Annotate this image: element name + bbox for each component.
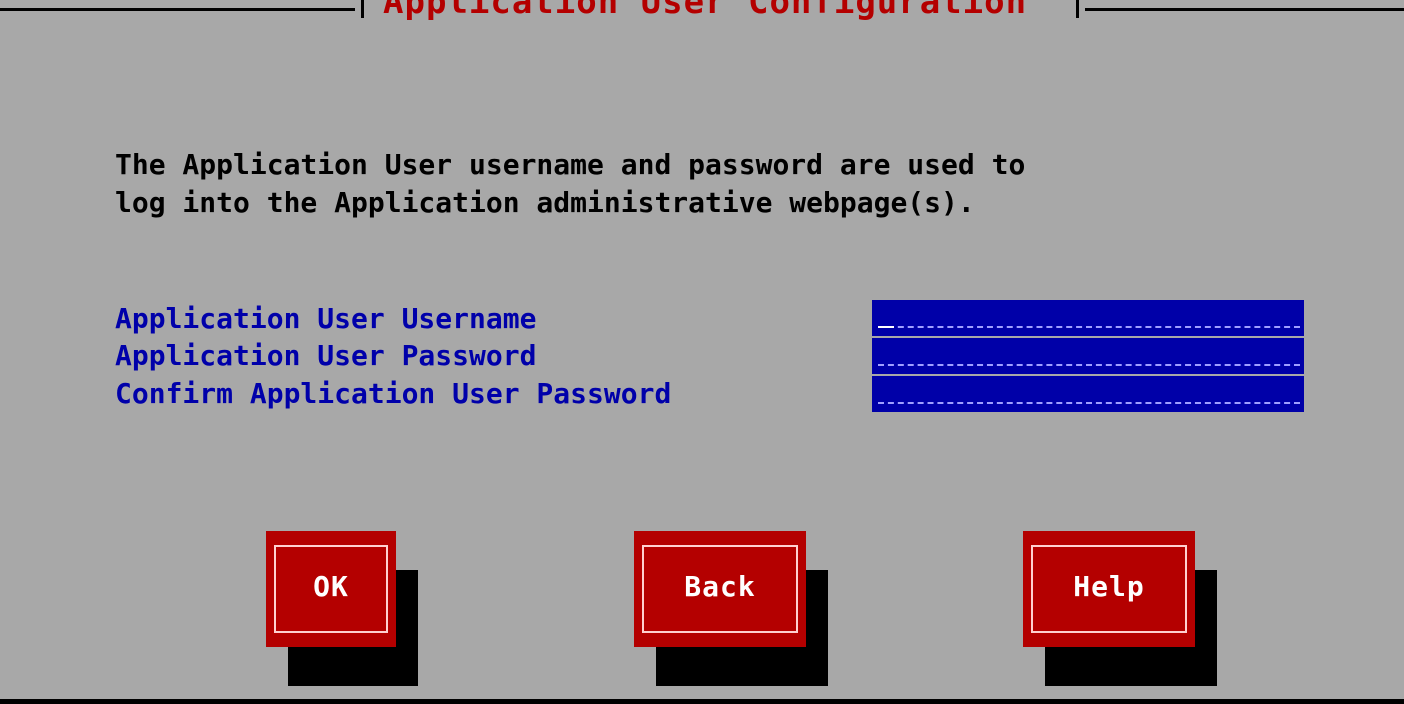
password-input-underline xyxy=(878,364,1300,366)
title-right-tick xyxy=(1076,0,1079,18)
dialog-title-bar: Application User Configuration xyxy=(355,0,1085,20)
confirm-password-label: Confirm Application User Password xyxy=(115,377,672,410)
ok-button-label: OK xyxy=(313,570,349,603)
description-line-1: The Application User username and passwo… xyxy=(115,148,1026,181)
text-cursor xyxy=(878,326,894,328)
username-label: Application User Username xyxy=(115,302,537,335)
password-label: Application User Password xyxy=(115,339,537,372)
password-input[interactable] xyxy=(872,338,1304,374)
application-user-configuration-dialog: Application User Configuration The Appli… xyxy=(0,0,1404,704)
dialog-title: Application User Configuration xyxy=(383,0,1028,22)
username-input[interactable] xyxy=(872,300,1304,336)
help-button-label: Help xyxy=(1073,570,1145,603)
back-button[interactable]: Back xyxy=(634,531,806,647)
username-input-underline xyxy=(878,326,1300,328)
confirm-password-input-underline xyxy=(878,402,1300,404)
title-left-tick xyxy=(361,0,364,18)
confirm-password-input[interactable] xyxy=(872,376,1304,412)
description-line-2: log into the Application administrative … xyxy=(115,186,975,219)
help-button[interactable]: Help xyxy=(1023,531,1195,647)
back-button-label: Back xyxy=(684,570,756,603)
ok-button[interactable]: OK xyxy=(266,531,396,647)
dialog-bottom-border xyxy=(0,699,1404,704)
dialog-description: The Application User username and passwo… xyxy=(115,146,1315,222)
